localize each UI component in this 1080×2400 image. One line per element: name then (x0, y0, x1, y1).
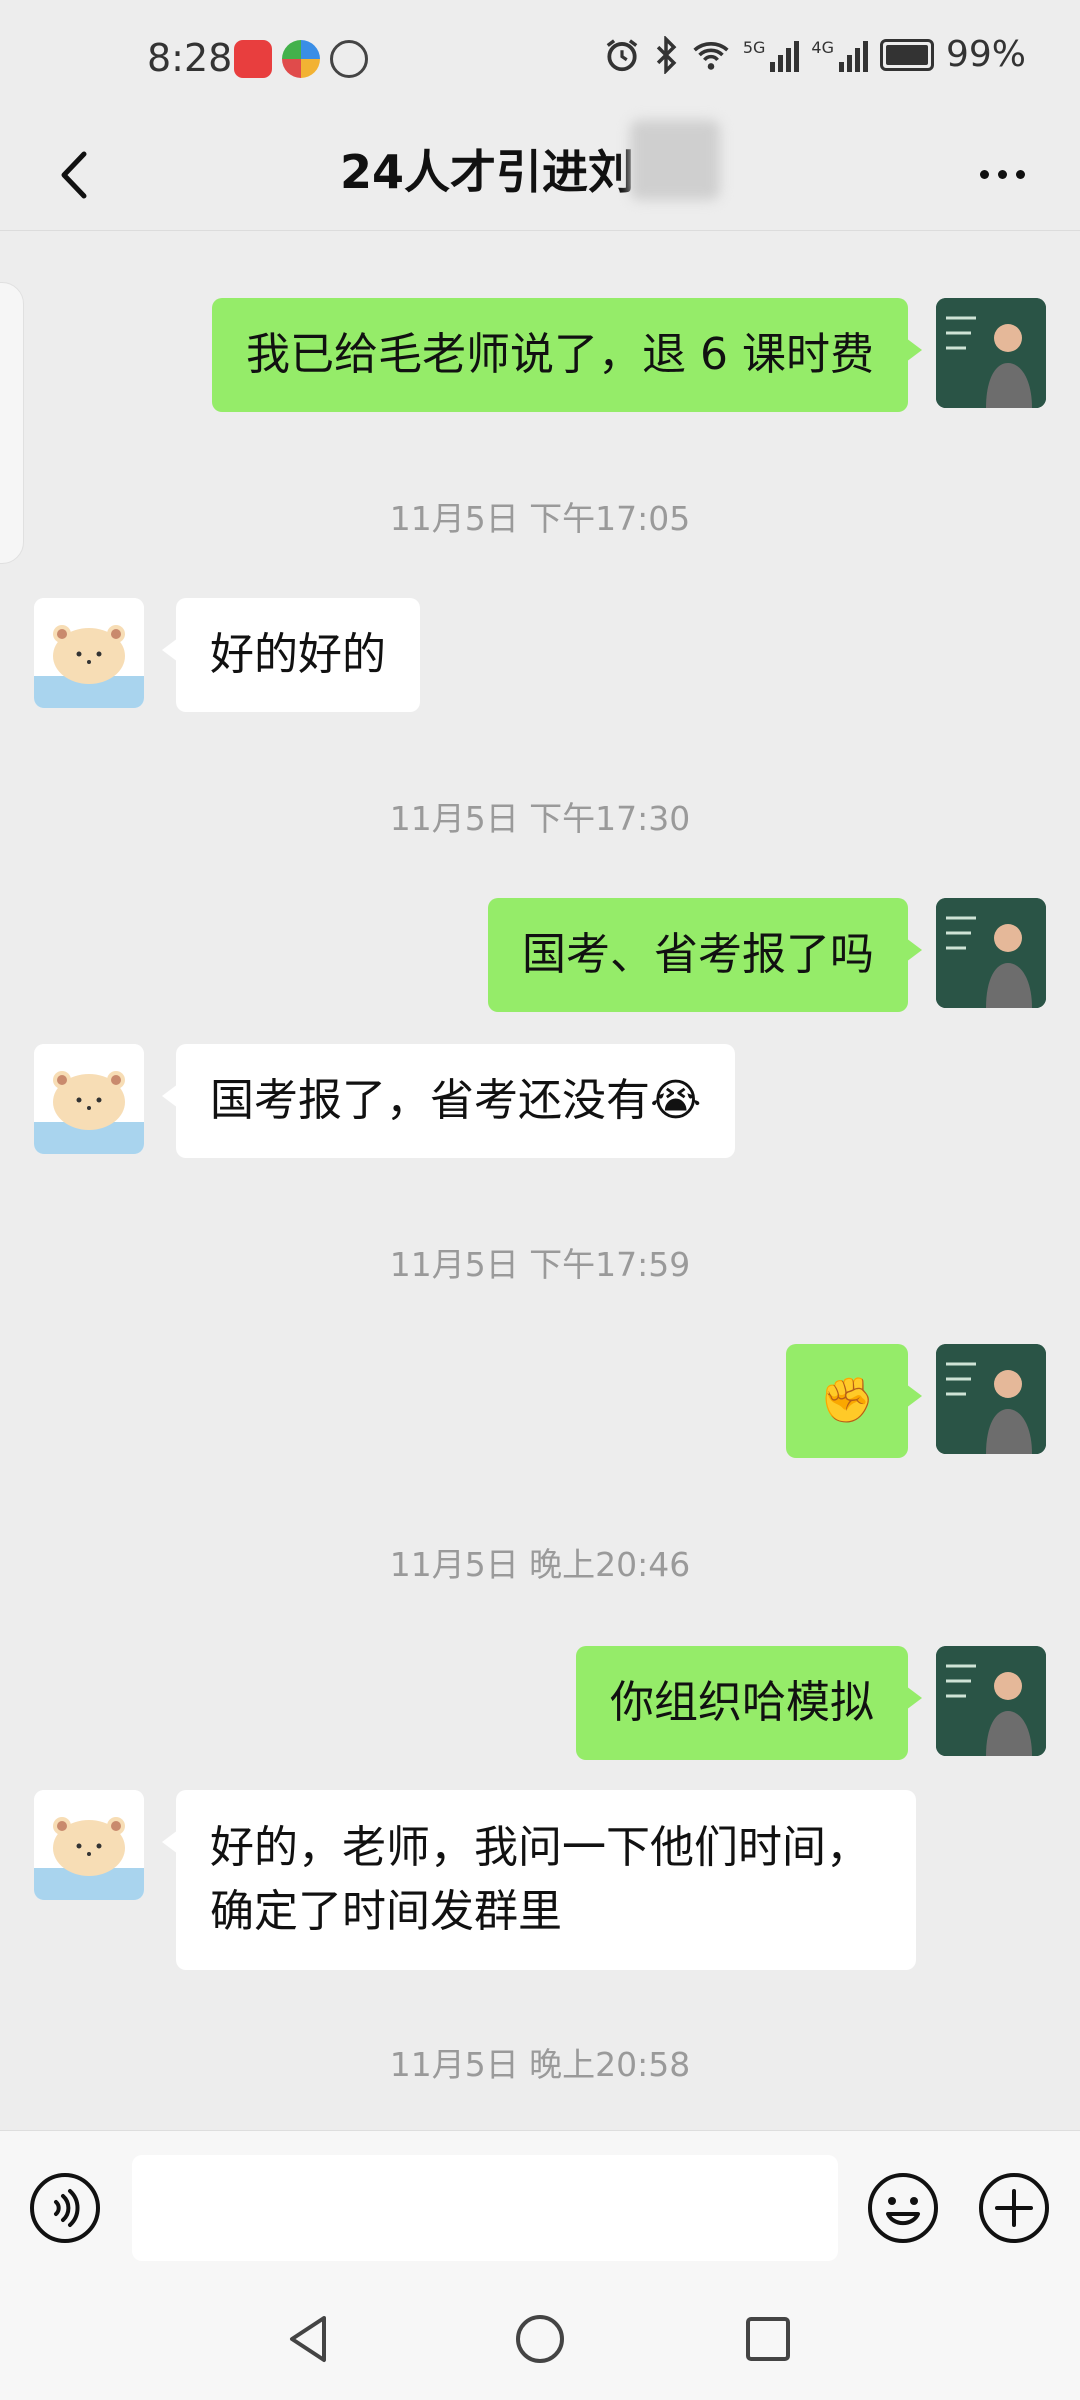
more-button[interactable] (964, 144, 1040, 204)
timestamp: 11月5日 下午17:30 (389, 799, 691, 838)
alarm-icon (606, 38, 638, 71)
message-input[interactable] (132, 2155, 838, 2261)
plus-button[interactable] (977, 2171, 1051, 2245)
emoji-button[interactable] (866, 2171, 940, 2245)
timestamp: 11月5日 晚上20:58 (389, 2045, 691, 2084)
color-app-icon (282, 40, 320, 78)
avatar[interactable] (936, 298, 1046, 408)
nav-recents-button[interactable] (735, 2306, 801, 2372)
more-dot (979, 169, 989, 179)
voice-icon (30, 2173, 100, 2243)
circle-home-icon (516, 2315, 564, 2363)
emoji-icon (868, 2173, 938, 2243)
message-bubble-out[interactable]: 你组织哈模拟 (576, 1646, 922, 1760)
chat-header: 24人才引进刘 (0, 118, 1080, 231)
avatar[interactable] (936, 898, 1046, 1008)
hand-icon (330, 40, 368, 78)
huawei-app-icon (234, 40, 272, 78)
avatar[interactable] (34, 1044, 144, 1154)
timestamp: 11月5日 下午17:59 (389, 1245, 691, 1284)
triangle-back-icon (290, 2316, 326, 2362)
network-4g-label: 4G (811, 37, 834, 57)
bluetooth-icon (656, 35, 677, 74)
more-dot (997, 169, 1007, 179)
wifi-icon (693, 41, 729, 70)
avatar[interactable] (936, 1344, 1046, 1454)
plus-icon (979, 2173, 1049, 2243)
network-5g-label: 5G (742, 37, 766, 57)
avatar[interactable] (34, 598, 144, 708)
chevron-left-icon (61, 151, 87, 199)
signal-5g-icon: 5G (743, 38, 800, 72)
message-bubble-out[interactable]: 国考、省考报了吗 (488, 898, 922, 1012)
nav-home-button[interactable] (507, 2306, 573, 2372)
square-recents-icon (746, 2317, 790, 2361)
nav-back-button[interactable] (276, 2306, 342, 2372)
more-dot (1015, 169, 1025, 179)
chat-screen: 8:28 5G 4G 99% 24人才引进刘 我已给毛老师说了，退 6 课时费 … (0, 0, 1080, 2400)
timestamp: 11月5日 下午17:05 (389, 499, 691, 538)
battery-level: 99% (945, 34, 1026, 75)
message-bubble-in[interactable]: 好的好的 (162, 598, 420, 712)
notification-icons (234, 40, 368, 78)
timestamp: 11月5日 晚上20:46 (389, 1545, 691, 1584)
message-bubble-in[interactable]: 国考报了，省考还没有😭 (161, 1044, 736, 1158)
signal-4g-icon: 4G (811, 38, 868, 72)
chat-title: 24人才引进刘 (340, 145, 635, 199)
avatar[interactable] (34, 1790, 144, 1900)
title-redaction (630, 120, 720, 200)
system-nav-bar (0, 2278, 1080, 2400)
status-indicators: 5G 4G 99% (603, 34, 1026, 75)
status-time: 8:28 (147, 36, 233, 80)
back-button[interactable] (42, 140, 112, 210)
battery-icon (879, 38, 934, 71)
message-bubble-out[interactable]: 我已给毛老师说了，退 6 课时费 (212, 298, 922, 412)
avatar[interactable] (936, 1646, 1046, 1756)
status-bar: 8:28 5G 4G 99% (0, 0, 1080, 118)
voice-button[interactable] (28, 2171, 102, 2245)
input-bar (0, 2130, 1080, 2279)
message-bubble-in[interactable]: 好的，老师，我问一下他们时间，确定了时间发群里 (162, 1790, 916, 1970)
message-bubble-out[interactable]: ✊ (786, 1344, 922, 1458)
